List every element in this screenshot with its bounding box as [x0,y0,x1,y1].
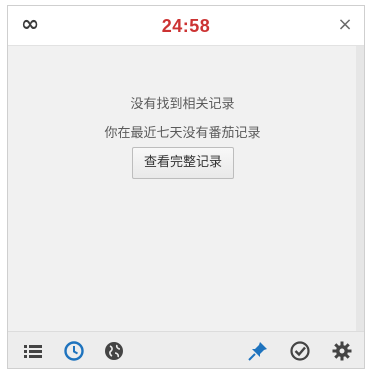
view-full-records-button[interactable]: 查看完整记录 [132,147,234,179]
pin-icon[interactable] [247,340,269,362]
app-window: ∞ 24:58 × 没有找到相关记录 你在最近七天没有番茄记录 查看完整记录 [7,5,365,369]
timer-display: 24:58 [161,16,211,36]
no-records-message: 没有找到相关记录 [130,97,235,112]
bottom-toolbar [8,331,364,368]
title-bar: ∞ 24:58 × [8,6,364,46]
records-panel: 没有找到相关记录 你在最近七天没有番茄记录 查看完整记录 [8,46,357,332]
list-icon[interactable] [22,340,44,362]
globe-icon[interactable] [103,340,125,362]
gear-icon[interactable] [331,340,353,362]
no-recent-records-message: 你在最近七天没有番茄记录 [104,126,261,141]
clock-icon[interactable] [63,340,85,362]
scrollbar[interactable] [356,46,364,332]
close-icon[interactable]: × [336,16,354,34]
check-circle-icon[interactable] [289,340,311,362]
